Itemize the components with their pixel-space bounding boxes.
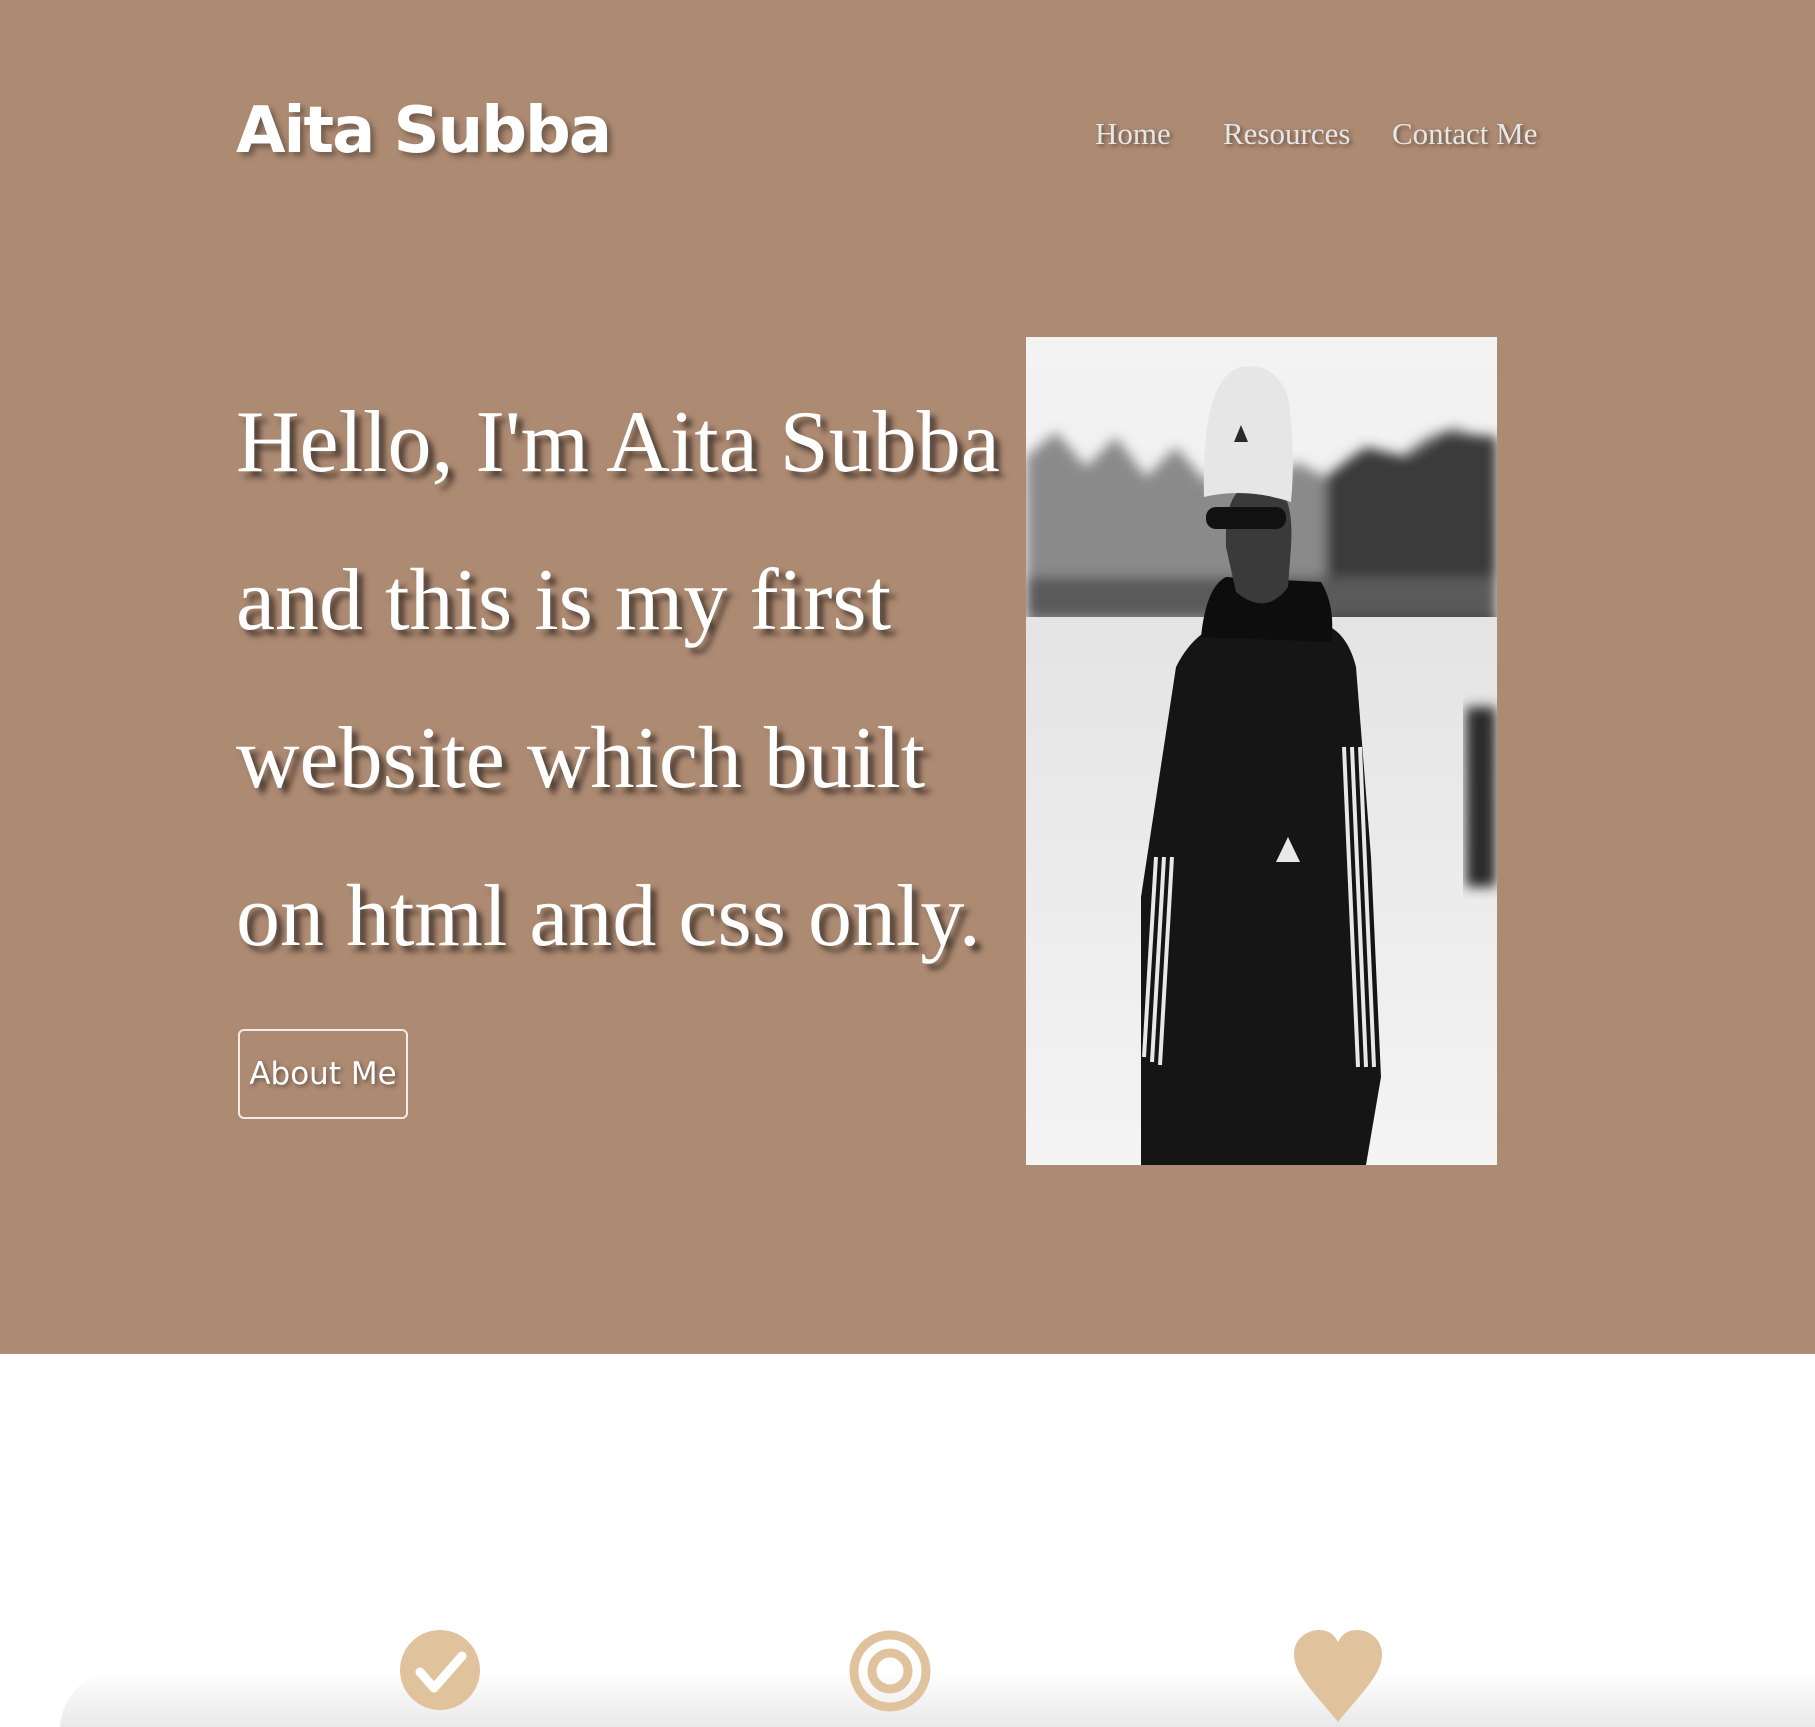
headline-line: Hello, I'm Aita Subba: [236, 394, 1000, 491]
profile-photo: [1026, 337, 1497, 1165]
heart-icon: [1292, 1630, 1384, 1727]
about-me-button[interactable]: About Me: [238, 1029, 408, 1119]
nav-link-contact[interactable]: Contact Me: [1392, 116, 1538, 152]
hero-section: Aita Subba Home Resources Contact Me Hel…: [0, 0, 1815, 1354]
headline-line: on html and css only.: [236, 868, 981, 965]
nav-link-home[interactable]: Home: [1095, 116, 1171, 152]
hero-headline: Hello, I'm Aita Subba and this is my fir…: [236, 364, 1000, 996]
section-shadow: [60, 1670, 1815, 1727]
main-nav: Home Resources Contact Me: [0, 116, 1815, 156]
target-icon: [849, 1630, 931, 1727]
features-section: [0, 1600, 1815, 1727]
headline-line: and this is my first: [236, 552, 892, 649]
check-circle-icon: [400, 1630, 480, 1727]
headline-line: website which built: [236, 710, 926, 807]
nav-link-resources[interactable]: Resources: [1223, 116, 1350, 152]
